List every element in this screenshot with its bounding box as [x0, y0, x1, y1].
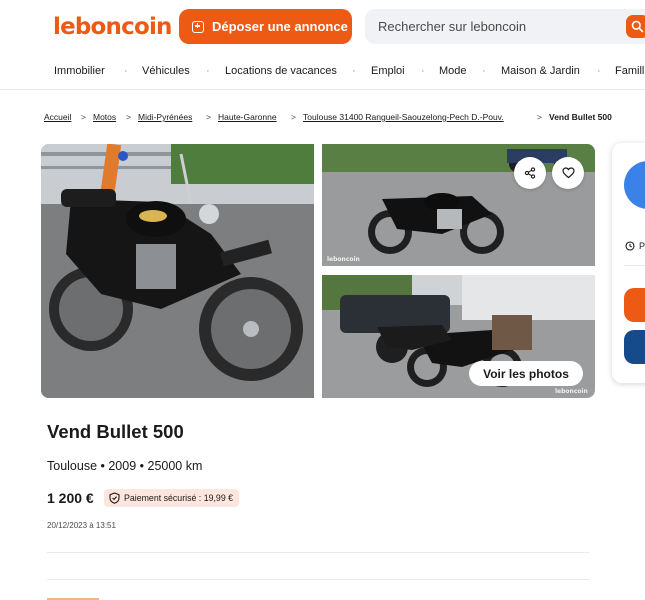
nav-item-famille[interactable]: Famill	[615, 65, 644, 77]
motorcycle-photo-side	[322, 144, 595, 266]
breadcrumb-link-accueil[interactable]: Accueil	[44, 112, 71, 122]
site-logo[interactable]: leboncoin	[53, 14, 172, 40]
breadcrumb-separator: >	[291, 112, 296, 122]
nav-separator: ·	[352, 65, 356, 77]
search-icon	[631, 20, 644, 33]
breadcrumb-link-region[interactable]: Midi-Pyrénées	[138, 112, 192, 122]
nav-item-maison-jardin[interactable]: Maison & Jardin	[501, 65, 580, 77]
breadcrumb-separator: >	[126, 112, 131, 122]
photo-watermark: leboncoin	[327, 256, 360, 263]
post-ad-label: Déposer une annonce	[212, 19, 348, 34]
nav-separator: ·	[482, 65, 486, 77]
ad-price: 1 200 €	[47, 490, 94, 506]
photo-watermark: leboncoin	[555, 388, 588, 395]
search-input[interactable]	[378, 9, 618, 44]
nav-separator: ·	[124, 65, 128, 77]
search-button[interactable]	[626, 15, 645, 38]
seller-secondary-button[interactable]	[624, 330, 645, 364]
motorcycle-photo-main	[41, 144, 314, 398]
secure-payment-badge[interactable]: Paiement sécurisé : 19,99 €	[104, 489, 240, 507]
share-icon	[524, 167, 536, 179]
see-photos-button[interactable]: Voir les photos	[469, 361, 583, 386]
ad-title: Vend Bullet 500	[47, 421, 184, 442]
share-button[interactable]	[514, 157, 546, 189]
nav-item-emploi[interactable]: Emploi	[371, 65, 405, 77]
seller-avatar[interactable]	[624, 161, 645, 209]
plus-square-icon	[192, 20, 204, 33]
nav-item-immobilier[interactable]: Immobilier	[54, 65, 105, 77]
breadcrumb-link-department[interactable]: Haute-Garonne	[218, 112, 277, 122]
photo-thumbnail-1[interactable]: leboncoin	[322, 144, 595, 266]
section-divider	[47, 552, 590, 553]
favorite-button[interactable]	[552, 157, 584, 189]
breadcrumb-separator: >	[81, 112, 86, 122]
breadcrumb-separator: >	[537, 112, 542, 122]
ad-meta: Toulouse • 2009 • 25000 km	[47, 459, 203, 473]
nav-separator: ·	[206, 65, 210, 77]
site-header: leboncoin Déposer une annonce	[0, 0, 645, 56]
search-bar	[365, 9, 645, 44]
post-ad-button[interactable]: Déposer une annonce	[179, 9, 352, 44]
breadcrumb-link-city[interactable]: Toulouse 31400 Rangueil-Saouzelong-Pech …	[303, 112, 504, 122]
section-divider	[47, 579, 590, 580]
seller-card-divider	[624, 265, 645, 266]
ad-date: 20/12/2023 à 13:51	[47, 521, 116, 530]
heart-icon	[561, 167, 575, 179]
seller-status-text: P	[639, 241, 645, 251]
clock-icon	[625, 241, 635, 251]
nav-item-mode[interactable]: Mode	[439, 65, 467, 77]
breadcrumb-link-motos[interactable]: Motos	[93, 112, 116, 122]
seller-card: P	[612, 143, 645, 383]
secure-payment-label: Paiement sécurisé : 19,99 €	[124, 493, 234, 503]
nav-item-locations-vacances[interactable]: Locations de vacances	[225, 65, 337, 77]
main-photo[interactable]	[41, 144, 314, 398]
seller-primary-button[interactable]	[624, 288, 645, 322]
breadcrumb-current: Vend Bullet 500	[549, 112, 612, 122]
category-nav: Immobilier · Véhicules · Locations de va…	[0, 56, 645, 90]
nav-separator: ·	[421, 65, 425, 77]
nav-item-vehicules[interactable]: Véhicules	[142, 65, 190, 77]
shield-icon	[109, 492, 120, 504]
breadcrumb-separator: >	[206, 112, 211, 122]
nav-separator: ·	[597, 65, 601, 77]
